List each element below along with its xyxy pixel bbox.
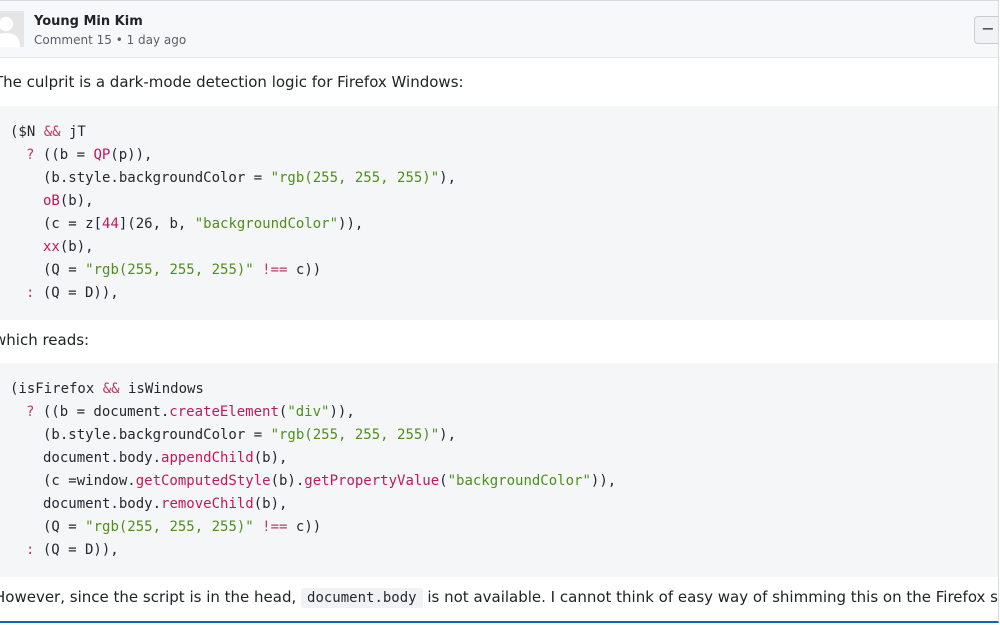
code-line: : (Q = D)), [26,542,119,558]
code-line: (b.style.backgroundColor = "rgb(255, 255… [43,170,457,186]
code-line: oB(b), [43,193,94,209]
code-line: ? ((b = document.createElement("div")), [26,404,355,420]
reads-text: which reads: [0,331,90,349]
code-line: document.body.appendChild(b), [43,450,288,466]
code-line: document.body.removeChild(b), [43,496,288,512]
inline-code: document.body [301,588,423,608]
author-name[interactable]: Young Min Kim [34,14,143,29]
comment-header: Young Min Kim Comment 15 • 1 day ago − [0,1,998,58]
code-line: (c = z[44](26, b, "backgroundColor")), [43,216,364,232]
code-line: ? ((b = QP(p)), [26,147,153,163]
outro-text: However, since the script is in the head… [0,588,999,608]
code-line: (isFirefox && isWindows [10,381,204,397]
collapse-button[interactable]: − [974,16,998,44]
code-block-minified: ($N && jT ? ((b = QP(p)), (b.style.backg… [0,106,998,320]
code-line: (Q = "rgb(255, 255, 255)" !== c)) [43,262,322,278]
comment-card: Young Min Kim Comment 15 • 1 day ago − T… [0,0,999,623]
intro-text: The culprit is a dark-mode detection log… [0,73,464,91]
code-line: : (Q = D)), [26,285,119,301]
code-line: xx(b), [43,239,94,255]
code-line: (c =window.getComputedStyle(b).getProper… [43,473,617,489]
avatar[interactable] [0,11,24,47]
user-silhouette-icon [0,17,20,47]
comment-meta[interactable]: Comment 15 • 1 day ago [34,33,186,47]
code-line: ($N && jT [10,124,86,140]
code-line: (b.style.backgroundColor = "rgb(255, 255… [43,427,457,443]
code-line: (Q = "rgb(255, 255, 255)" !== c)) [43,519,322,535]
code-block-readable: (isFirefox && isWindows ? ((b = document… [0,363,998,577]
